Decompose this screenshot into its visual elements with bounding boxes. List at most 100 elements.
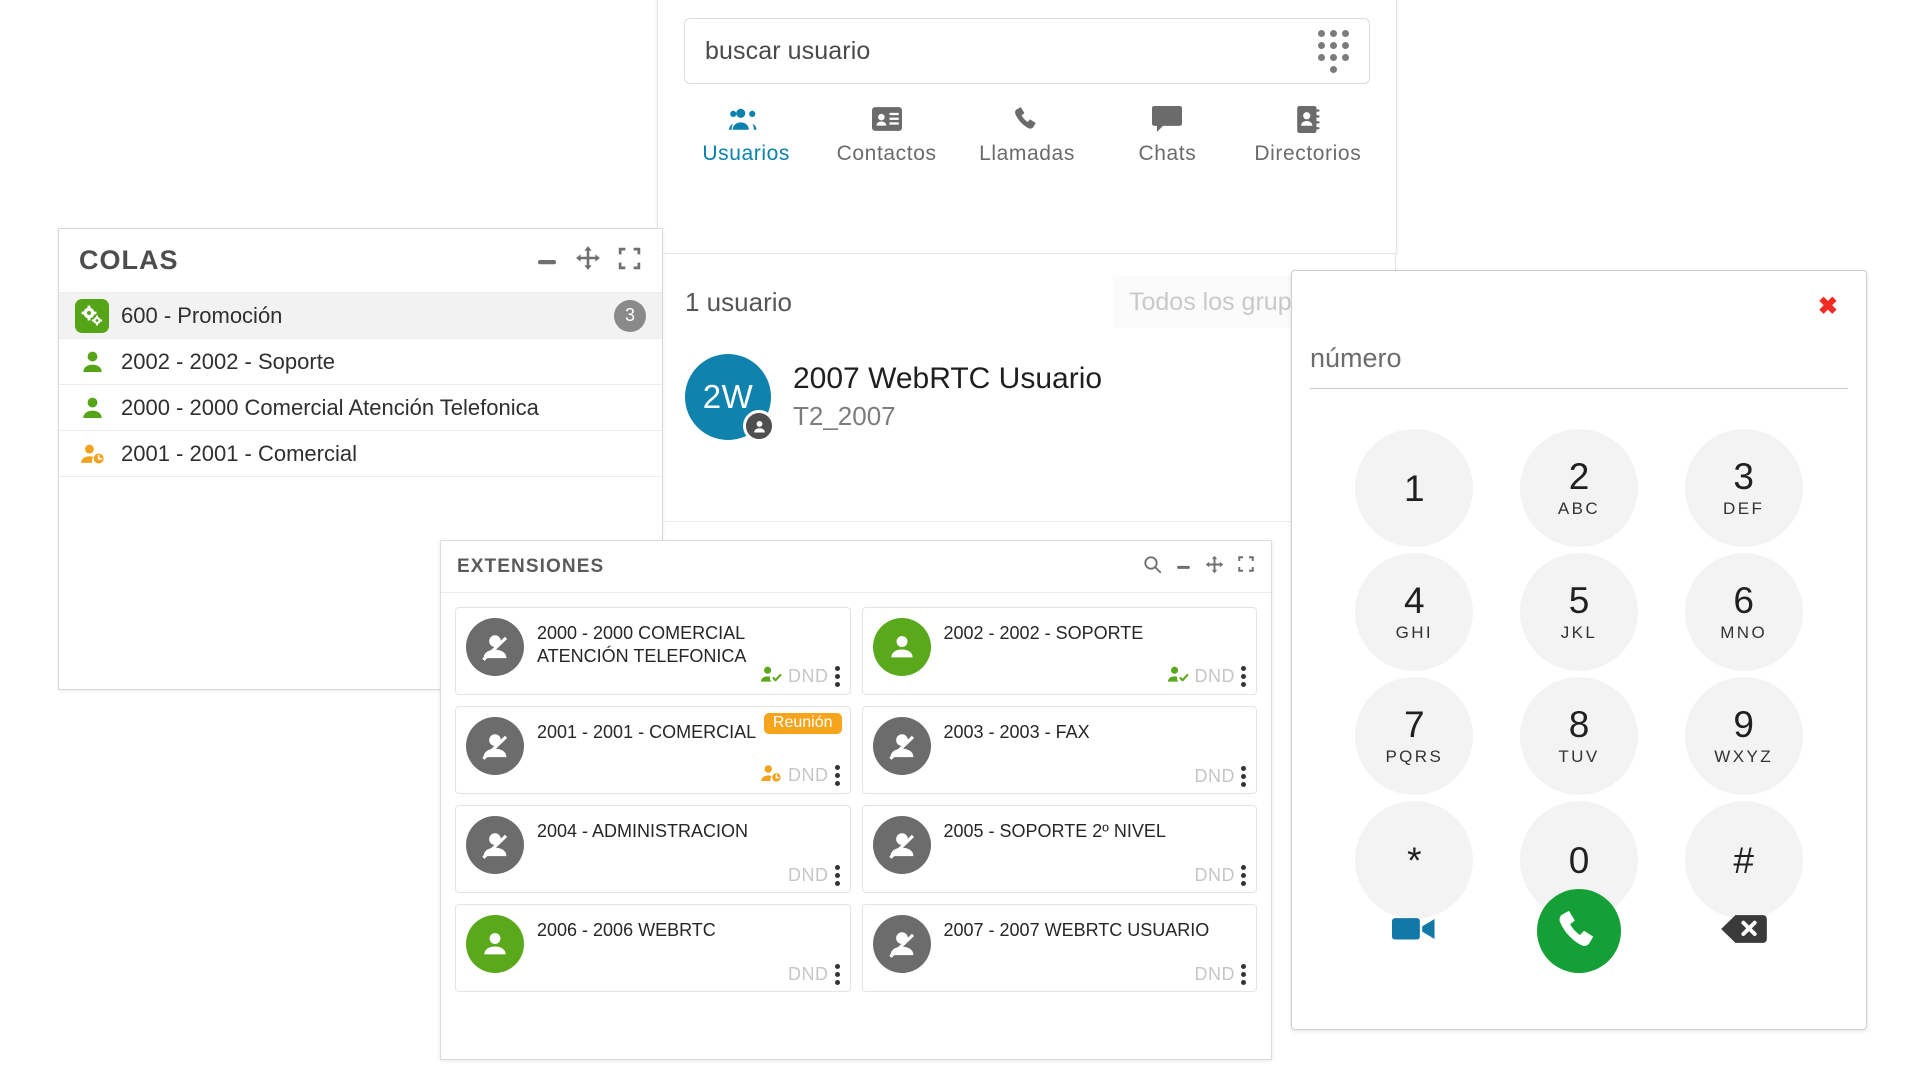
avatar: 2W xyxy=(685,354,775,442)
tab-chats[interactable]: Chats xyxy=(1097,102,1237,166)
key-letters: GHI xyxy=(1395,622,1434,642)
person-clock-icon xyxy=(760,764,782,787)
queue-list-item[interactable]: 2001 - 2001 - Comercial xyxy=(59,431,662,477)
users-panel: buscar usuario Usuarios Contactos Llamad… xyxy=(657,0,1397,522)
key-number: 0 xyxy=(1568,839,1590,881)
dialpad-key-5[interactable]: 5 JKL xyxy=(1519,553,1638,671)
call-button[interactable] xyxy=(1536,889,1621,973)
avatar-initials: 2W xyxy=(702,378,754,415)
more-options-icon[interactable] xyxy=(1241,666,1246,687)
colas-window-controls xyxy=(535,245,642,276)
extension-card[interactable]: 2007 - 2007 WEBRTC USUARIO DND xyxy=(861,904,1257,992)
dialpad-key-1[interactable]: 1 xyxy=(1355,429,1474,547)
dialpad-dot xyxy=(1342,53,1349,61)
dialpad-keys: 1 2 ABC 3 DEF 4 GHI 5 JKL 6 MNO 7 PQRS 8… xyxy=(1332,429,1826,919)
number-input-placeholder: número xyxy=(1310,343,1402,373)
person-slash-icon xyxy=(872,915,931,973)
key-letters: WXYZ xyxy=(1714,746,1774,766)
key-number: 8 xyxy=(1568,703,1590,745)
tab-contactos[interactable]: Contactos xyxy=(816,102,956,166)
backspace-button[interactable] xyxy=(1720,913,1767,950)
person-icon xyxy=(75,391,109,425)
key-number: 9 xyxy=(1733,703,1754,745)
users-count-label: 1 usuario xyxy=(685,286,792,317)
number-input[interactable]: número xyxy=(1310,343,1848,389)
key-letters: DEF xyxy=(1723,498,1765,518)
dnd-status: DND xyxy=(788,666,829,686)
search-area: buscar usuario xyxy=(658,0,1396,84)
expand-icon[interactable] xyxy=(1237,555,1255,578)
extension-card-grid: 2000 - 2000 COMERCIAL ATENCIÓN TELEFONIC… xyxy=(441,593,1271,1006)
extension-footer: DND xyxy=(760,764,840,787)
extension-card[interactable]: 2004 - ADMINISTRACION DND xyxy=(455,805,851,893)
user-list-item[interactable]: 2W 2007 WebRTC Usuario T2_2007 xyxy=(659,328,1395,442)
dialpad-key-8[interactable]: 8 TUV xyxy=(1519,677,1638,795)
person-check-icon xyxy=(760,665,782,688)
search-input-value: buscar usuario xyxy=(705,36,871,65)
more-options-icon[interactable] xyxy=(1241,766,1246,787)
extension-footer: DND xyxy=(1195,964,1246,985)
tab-llamadas[interactable]: Llamadas xyxy=(957,102,1097,166)
minimize-icon[interactable] xyxy=(535,246,559,275)
extension-footer: DND xyxy=(1195,766,1246,787)
expand-icon[interactable] xyxy=(617,246,642,276)
queue-list-item[interactable]: 600 - Promoción 3 xyxy=(59,293,662,339)
key-number: 3 xyxy=(1733,455,1754,497)
key-letters: MNO xyxy=(1720,622,1768,642)
tab-directorios[interactable]: Directorios xyxy=(1238,102,1378,166)
more-options-icon[interactable] xyxy=(1241,964,1246,985)
extension-card[interactable]: 2000 - 2000 COMERCIAL ATENCIÓN TELEFONIC… xyxy=(455,607,851,695)
more-options-icon[interactable] xyxy=(834,666,840,687)
more-options-icon[interactable] xyxy=(834,865,840,886)
queue-list-item[interactable]: 2000 - 2000 Comercial Atención Telefonic… xyxy=(59,385,662,431)
app-root: buscar usuario Usuarios Contactos Llamad… xyxy=(0,0,1920,1080)
move-icon[interactable] xyxy=(575,245,601,276)
extension-card[interactable]: Reunión 2001 - 2001 - COMERCIAL DND xyxy=(455,706,851,794)
dialpad-key-3[interactable]: 3 DEF xyxy=(1684,429,1803,547)
dialpad-key-7[interactable]: 7 PQRS xyxy=(1355,677,1474,795)
phone-icon xyxy=(957,102,1097,136)
users-list-section: 1 usuario Todos los grupos 2W 2007 WebRT… xyxy=(658,254,1396,522)
move-icon[interactable] xyxy=(1205,555,1224,579)
more-options-icon[interactable] xyxy=(1241,865,1246,886)
more-options-icon[interactable] xyxy=(834,765,840,786)
minimize-icon[interactable] xyxy=(1175,556,1192,578)
queue-list-item[interactable]: 2002 - 2002 - Soporte xyxy=(59,339,662,385)
dialpad-dot xyxy=(1318,41,1325,49)
extension-card[interactable]: 2003 - 2003 - FAX DND xyxy=(861,706,1257,794)
user-meta: 2007 WebRTC Usuario T2_2007 xyxy=(793,362,1102,432)
dialpad-icon[interactable] xyxy=(1318,29,1349,73)
key-number: * xyxy=(1407,839,1422,881)
key-letters: TUV xyxy=(1558,746,1600,766)
contact-card-icon xyxy=(816,102,956,136)
person-icon xyxy=(466,915,524,973)
extension-card[interactable]: 2005 - SOPORTE 2º NIVEL DND xyxy=(861,805,1257,893)
dialpad-key-6[interactable]: 6 MNO xyxy=(1684,553,1803,671)
group-filter-placeholder: Todos los grupos xyxy=(1129,287,1319,316)
dialpad-key-9[interactable]: 9 WXYZ xyxy=(1684,677,1803,795)
extension-footer: DND xyxy=(788,964,840,985)
dialpad-dot xyxy=(1330,53,1337,61)
dialpad-dot xyxy=(1318,53,1325,61)
chat-bubble-icon xyxy=(1097,102,1237,136)
search-input[interactable]: buscar usuario xyxy=(684,18,1370,84)
extension-footer: DND xyxy=(1194,865,1246,886)
dialpad-key-4[interactable]: 4 GHI xyxy=(1355,553,1474,671)
more-options-icon[interactable] xyxy=(834,964,840,985)
close-icon[interactable]: ✖ xyxy=(1818,295,1838,319)
dialpad-key-2[interactable]: 2 ABC xyxy=(1519,429,1638,547)
extension-card[interactable]: 2002 - 2002 - SOPORTE DND xyxy=(861,607,1257,695)
extension-card[interactable]: 2006 - 2006 WEBRTC DND xyxy=(455,904,851,992)
video-call-button[interactable] xyxy=(1392,914,1436,949)
extensiones-window-controls xyxy=(1143,555,1255,579)
extension-footer: DND xyxy=(1167,665,1246,688)
tab-usuarios-label: Usuarios xyxy=(702,142,791,165)
address-book-icon xyxy=(1238,102,1378,136)
key-number: 6 xyxy=(1733,579,1754,621)
tab-usuarios[interactable]: Usuarios xyxy=(676,102,816,166)
users-count-row: 1 usuario Todos los grupos xyxy=(659,254,1395,328)
person-slash-icon xyxy=(872,816,931,874)
dnd-status: DND xyxy=(1194,865,1235,885)
search-icon[interactable] xyxy=(1143,555,1162,579)
dnd-status: DND xyxy=(1194,666,1235,686)
